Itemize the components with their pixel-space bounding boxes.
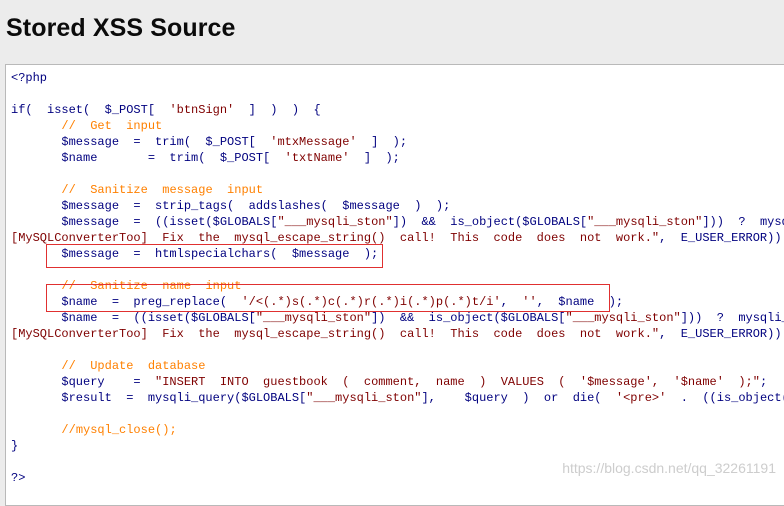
code-string: [MySQLConverterToo] Fix the mysql_escape…: [11, 231, 660, 245]
code-comment: // Update database: [61, 359, 206, 373]
code-line: [MySQLConverterToo] Fix the mysql_escape…: [11, 326, 784, 342]
code-token: ], $query ) or die(: [421, 391, 616, 405]
code-string: '': [522, 295, 537, 309]
page-title: Stored XSS Source: [6, 14, 236, 42]
code-token: ]) && is_object($GLOBALS[: [392, 215, 588, 229]
code-string: "INSERT INTO guestbook ( comment, name )…: [155, 375, 760, 389]
code-line: $query = "INSERT INTO guestbook ( commen…: [11, 374, 767, 390]
watermark: https://blog.csdn.net/qq_32261191: [562, 460, 776, 476]
code-line: <?php: [11, 70, 47, 86]
code-string: '<pre>': [615, 391, 667, 405]
code-token: ]) && is_object($GLOBALS[: [371, 311, 566, 325]
code-string: 'btnSign': [169, 103, 235, 117]
code-string: "___mysqli_ston": [306, 391, 422, 405]
code-line: // Sanitize name input: [11, 278, 241, 294]
code-token: ])) ? mysqli_real_escape_string(: [680, 311, 784, 325]
code-token: ] ) ) {: [234, 103, 321, 117]
code-line: $message = strip_tags( addslashes( $mess…: [11, 198, 450, 214]
code-comment: // Sanitize name input: [61, 279, 242, 293]
code-token: $name = trim( $_POST[: [11, 151, 285, 165]
code-line: $message = trim( $_POST[ 'mtxMessage' ] …: [11, 134, 407, 150]
code-string: "___mysqli_ston": [565, 311, 681, 325]
code-comment: // Get input: [61, 119, 163, 133]
code-token: , E_USER_ERROR)) ? "" : ""));: [659, 327, 782, 341]
code-line: $name = trim( $_POST[ 'txtName' ] );: [11, 150, 400, 166]
code-token: $name = preg_replace(: [11, 295, 242, 309]
code-token: ] );: [349, 151, 400, 165]
code-token: }: [11, 439, 19, 453]
code-token: ] );: [356, 135, 408, 149]
code-string: "___mysqli_ston": [587, 215, 703, 229]
code-token: ,: [500, 295, 523, 309]
code-line: if( isset( $_POST[ 'btnSign' ] ) ) {: [11, 102, 321, 118]
code-line: // Get input: [11, 118, 162, 134]
code-token: $query =: [11, 375, 156, 389]
code-token: $message = ((isset($GLOBALS[: [11, 215, 278, 229]
code-line: // Sanitize message input: [11, 182, 263, 198]
code-token: if( isset( $_POST[: [11, 103, 170, 117]
code-token: $message = trim( $_POST[: [11, 135, 271, 149]
code-line: $message = ((isset($GLOBALS["___mysqli_s…: [11, 214, 784, 230]
code-comment: //mysql_close();: [61, 423, 177, 437]
code-token: ;: [759, 375, 768, 389]
code-string: "___mysqli_ston": [277, 215, 393, 229]
code-line: $result = mysqli_query($GLOBALS["___mysq…: [11, 390, 784, 406]
code-string: 'txtName': [284, 151, 350, 165]
code-line: //mysql_close();: [11, 422, 177, 438]
code-token: $result = mysqli_query($GLOBALS[: [11, 391, 307, 405]
code-comment: // Sanitize message input: [61, 183, 264, 197]
code-token: $message = strip_tags( addslashes( $mess…: [11, 199, 451, 213]
code-token: $message = htmlspecialchars( $message );: [11, 247, 379, 261]
code-token: , E_USER_ERROR)) ? "" : ""));: [659, 231, 782, 245]
code-line: }: [11, 438, 18, 454]
code-string: '/<(.*)s(.*)c(.*)r(.*)i(.*)p(.*)t/i': [241, 295, 501, 309]
code-token: $name = ((isset($GLOBALS[: [11, 311, 256, 325]
code-token: ?>: [11, 471, 26, 485]
code-token: . ((is_object($GLOBALS[: [680, 391, 784, 405]
code-token: ])) ? mysqli_real_escape_string(: [702, 215, 784, 229]
code-line: $message = htmlspecialchars( $message );: [11, 246, 378, 262]
code-token: <?php: [11, 71, 48, 85]
code-string: 'mtxMessage': [270, 135, 357, 149]
code-line: ?>: [11, 470, 25, 486]
source-code-panel: <?php if( isset( $_POST[ 'btnSign' ] ) ) …: [5, 64, 784, 506]
code-line: [MySQLConverterToo] Fix the mysql_escape…: [11, 230, 784, 246]
code-string: "___mysqli_ston": [255, 311, 372, 325]
code-line: $name = preg_replace( '/<(.*)s(.*)c(.*)r…: [11, 294, 623, 310]
code-string: [MySQLConverterToo] Fix the mysql_escape…: [11, 327, 660, 341]
code-line: $name = ((isset($GLOBALS["___mysqli_ston…: [11, 310, 784, 326]
code-token: , $name );: [536, 295, 624, 309]
code-line: // Update database: [11, 358, 205, 374]
